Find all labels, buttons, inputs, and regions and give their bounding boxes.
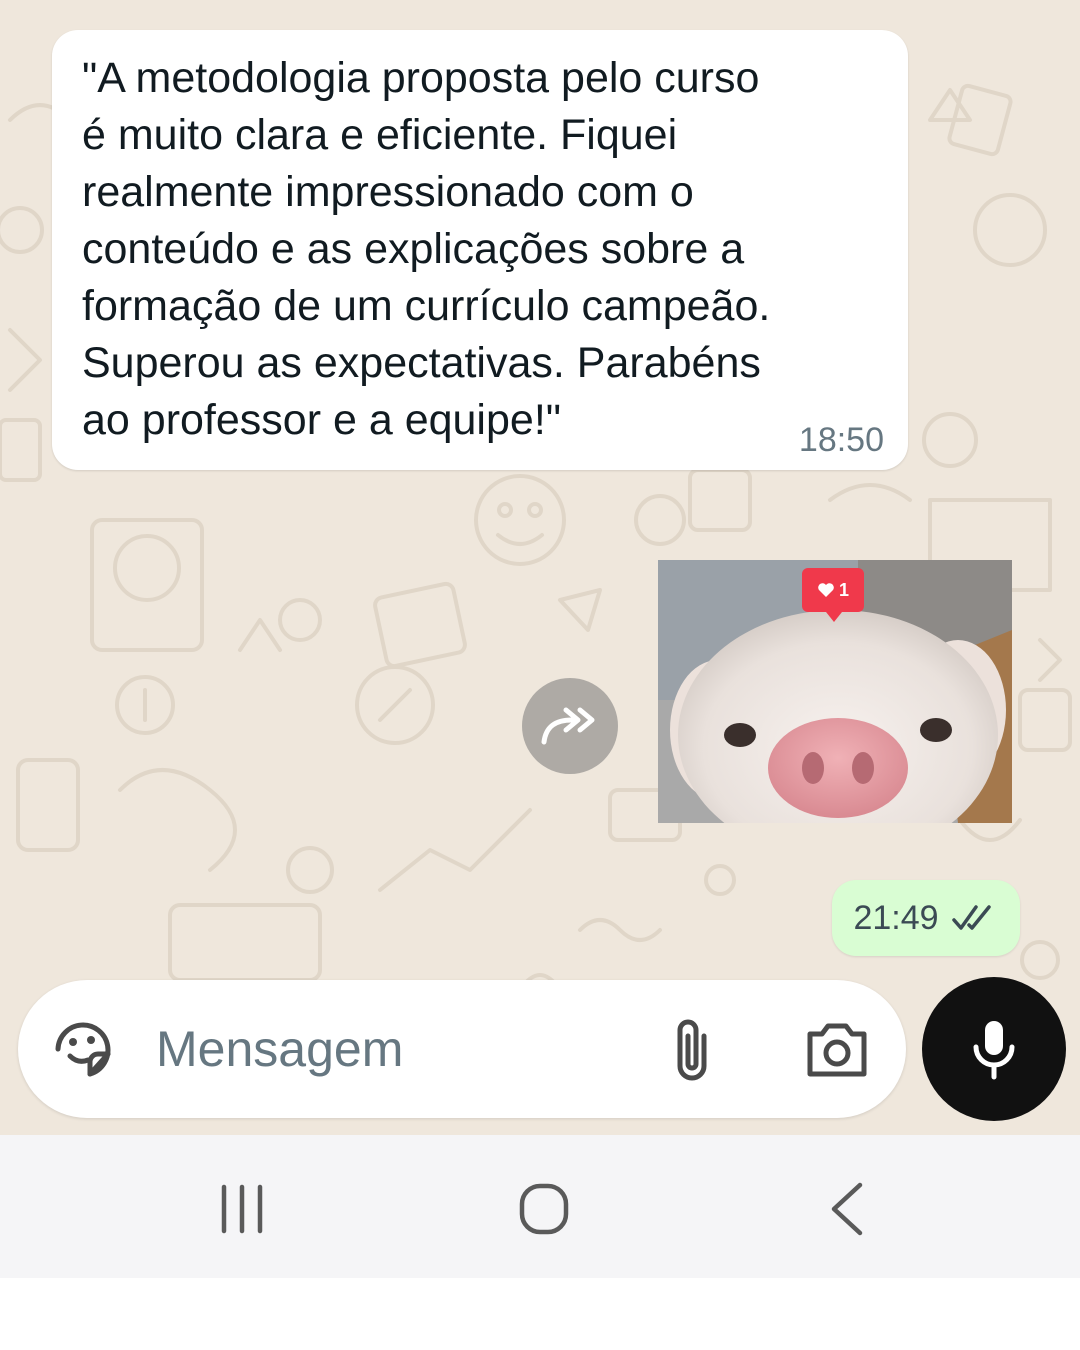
message-input[interactable] <box>156 1016 626 1082</box>
back-icon[interactable] <box>820 1181 876 1237</box>
incoming-message-time: 18:50 <box>798 421 884 459</box>
system-navigation-bar <box>0 1135 1080 1278</box>
like-count: 1 <box>838 579 849 600</box>
outgoing-message-bubble[interactable]: 21:49 <box>832 880 1020 956</box>
heart-icon <box>818 583 834 597</box>
microphone-button[interactable] <box>922 977 1066 1121</box>
message-composer <box>18 980 906 1118</box>
outgoing-message-time: 21:49 <box>853 898 939 937</box>
forward-button[interactable] <box>522 678 618 774</box>
paperclip-icon[interactable] <box>664 1014 720 1084</box>
home-icon[interactable] <box>514 1181 574 1237</box>
microphone-icon <box>973 1021 1015 1080</box>
image-message[interactable]: 1 <box>658 560 1012 823</box>
recents-icon[interactable] <box>212 1181 272 1237</box>
chat-area: "A metodologia proposta pelo curso é mui… <box>0 0 1080 1135</box>
incoming-message-bubble[interactable]: "A metodologia proposta pelo curso é mui… <box>52 30 908 470</box>
incoming-message-text: "A metodologia proposta pelo curso é mui… <box>82 54 771 444</box>
like-badge: 1 <box>802 568 864 622</box>
double-check-icon <box>951 905 991 930</box>
forward-icon <box>541 707 595 745</box>
camera-icon[interactable] <box>804 1018 870 1080</box>
sticker-icon[interactable] <box>50 1016 116 1082</box>
